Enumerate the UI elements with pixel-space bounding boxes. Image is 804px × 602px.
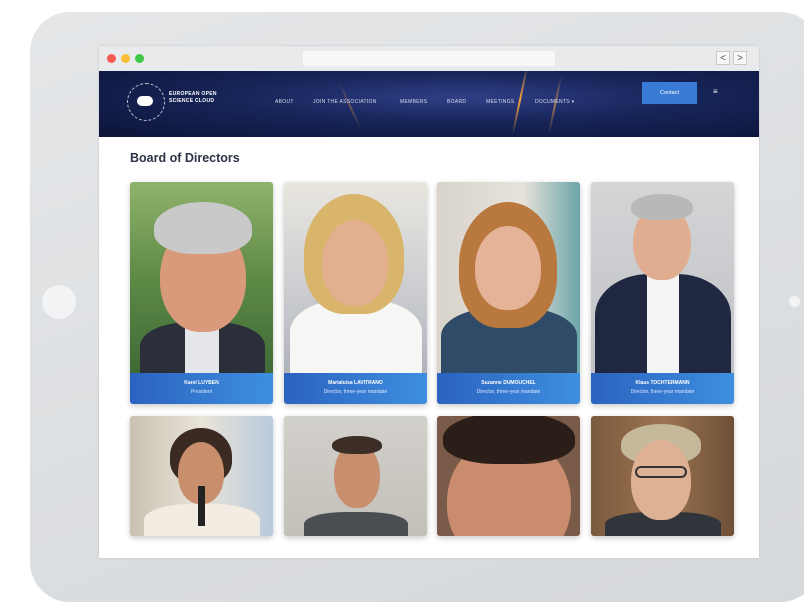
board-card[interactable]: Marialuisa LAVITRANO Director, three-yea… bbox=[284, 182, 427, 404]
browser-window: < > EUROPEAN OPEN SCIENCE CLOUD ABOUT JO… bbox=[99, 46, 759, 558]
board-card[interactable] bbox=[591, 416, 734, 536]
nav-about[interactable]: ABOUT bbox=[275, 99, 294, 105]
member-role: President bbox=[190, 389, 213, 395]
card-caption: Klaus TOCHTERMANN Director, three-year m… bbox=[591, 373, 734, 404]
member-role: Director, three-year mandate bbox=[323, 389, 388, 395]
portrait-photo bbox=[130, 182, 273, 382]
menu-icon[interactable]: ≡ bbox=[713, 87, 718, 96]
microphone bbox=[198, 486, 205, 526]
logo-text[interactable]: EUROPEAN OPEN SCIENCE CLOUD bbox=[169, 91, 229, 105]
board-card[interactable]: Karel LUYBEN President bbox=[130, 182, 273, 404]
member-name: Karel LUYBEN bbox=[184, 380, 219, 386]
portrait-photo bbox=[437, 182, 580, 378]
board-card[interactable] bbox=[284, 416, 427, 536]
card-caption: Marialuisa LAVITRANO Director, three-yea… bbox=[284, 373, 427, 404]
member-role: Director, three-year mandate bbox=[476, 389, 541, 395]
member-name: Klaus TOCHTERMANN bbox=[635, 380, 690, 386]
address-bar[interactable] bbox=[303, 51, 555, 66]
portrait-photo bbox=[130, 416, 273, 536]
camera-dot bbox=[789, 296, 800, 307]
board-card[interactable]: Suzanne DUMOUCHEL Director, three-year m… bbox=[437, 182, 580, 404]
portrait-photo bbox=[284, 416, 427, 536]
card-caption: Karel LUYBEN President bbox=[130, 373, 273, 404]
back-button[interactable]: < bbox=[716, 51, 730, 65]
page-title: Board of Directors bbox=[130, 151, 240, 165]
cloud-icon bbox=[137, 96, 153, 106]
board-card[interactable] bbox=[437, 416, 580, 536]
portrait-photo bbox=[284, 182, 427, 380]
forward-button[interactable]: > bbox=[733, 51, 747, 65]
nav-join[interactable]: JOIN THE ASSOCIATION bbox=[313, 99, 377, 105]
portrait-photo bbox=[437, 416, 580, 536]
member-role: Director, three-year mandate bbox=[630, 389, 695, 395]
header-decoration bbox=[338, 82, 362, 130]
logo-icon[interactable] bbox=[127, 83, 165, 121]
member-name: Suzanne DUMOUCHEL bbox=[481, 380, 536, 386]
portrait-photo bbox=[591, 416, 734, 536]
maximize-window-button[interactable] bbox=[135, 54, 144, 63]
card-caption: Suzanne DUMOUCHEL Director, three-year m… bbox=[437, 373, 580, 404]
home-button[interactable] bbox=[42, 285, 76, 319]
nav-meetings[interactable]: MEETINGS bbox=[486, 99, 515, 105]
nav-documents[interactable]: DOCUMENTS ▾ bbox=[535, 99, 574, 105]
site-header: EUROPEAN OPEN SCIENCE CLOUD ABOUT JOIN T… bbox=[99, 71, 759, 137]
nav-board[interactable]: BOARD bbox=[447, 99, 466, 105]
nav-members[interactable]: MEMBERS bbox=[400, 99, 427, 105]
contact-button[interactable]: Contact bbox=[642, 82, 697, 104]
portrait-photo bbox=[591, 182, 734, 378]
board-card[interactable]: Klaus TOCHTERMANN Director, three-year m… bbox=[591, 182, 734, 404]
minimize-window-button[interactable] bbox=[121, 54, 130, 63]
close-window-button[interactable] bbox=[107, 54, 116, 63]
header-decoration bbox=[547, 75, 563, 135]
member-name: Marialuisa LAVITRANO bbox=[328, 380, 383, 386]
browser-chrome: < > bbox=[99, 46, 759, 72]
glasses-icon bbox=[635, 466, 687, 478]
board-card[interactable] bbox=[130, 416, 273, 536]
